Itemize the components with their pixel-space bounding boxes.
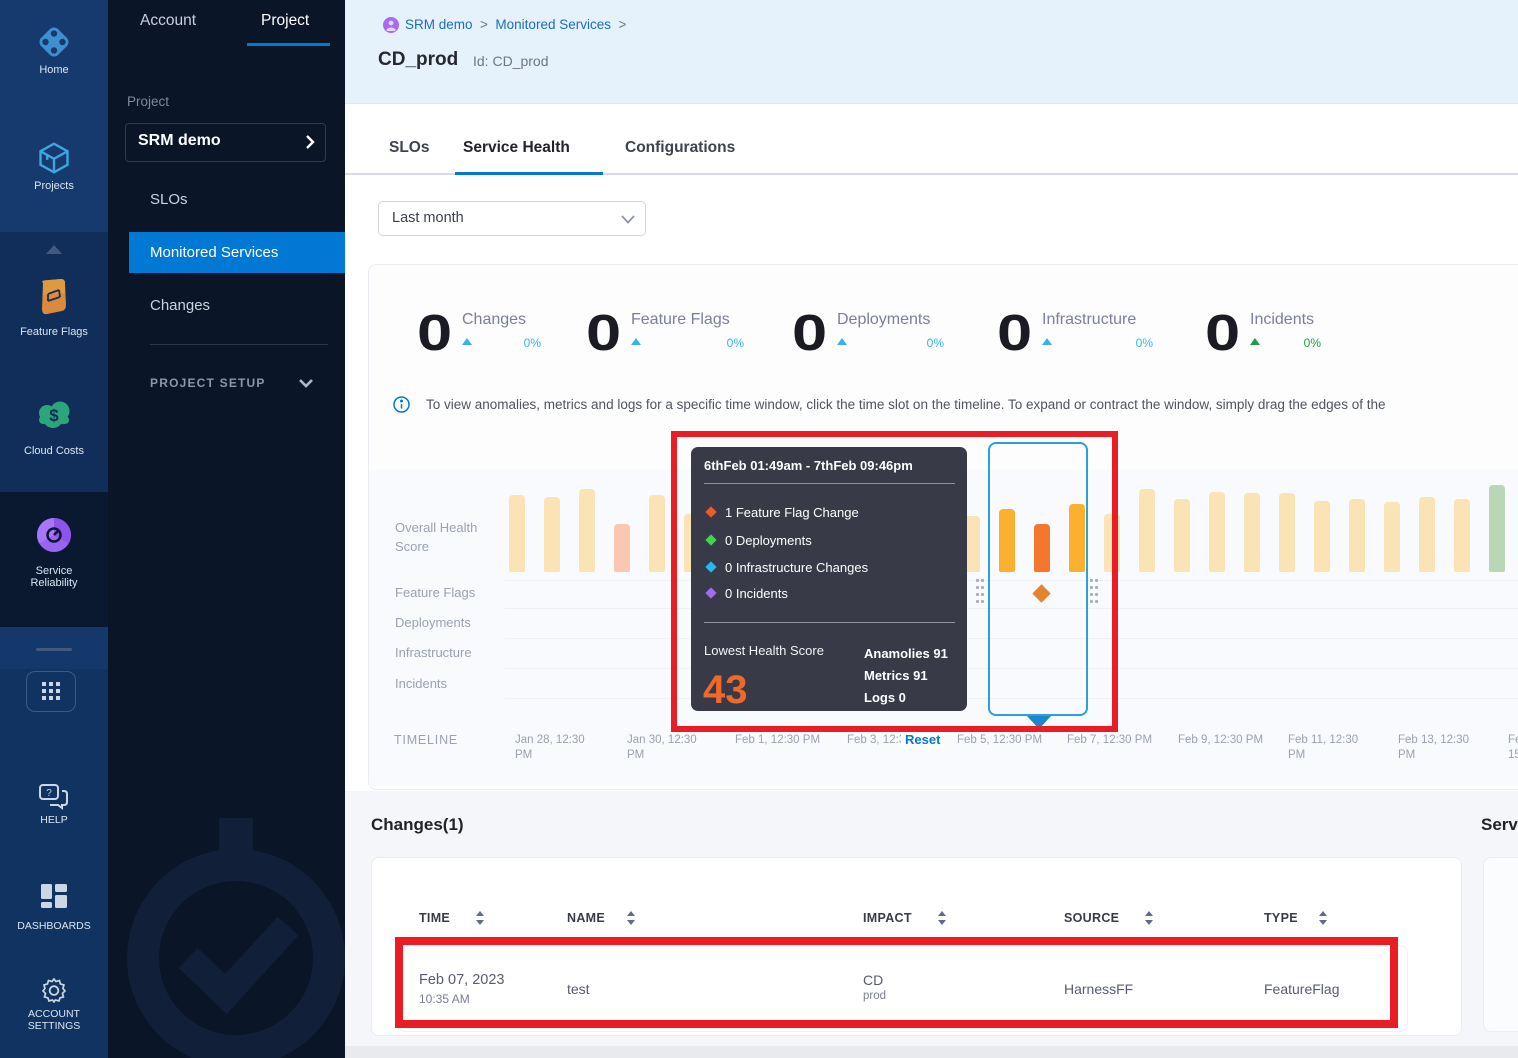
svg-text:?: ?: [46, 788, 52, 799]
svg-text:$: $: [49, 406, 59, 425]
